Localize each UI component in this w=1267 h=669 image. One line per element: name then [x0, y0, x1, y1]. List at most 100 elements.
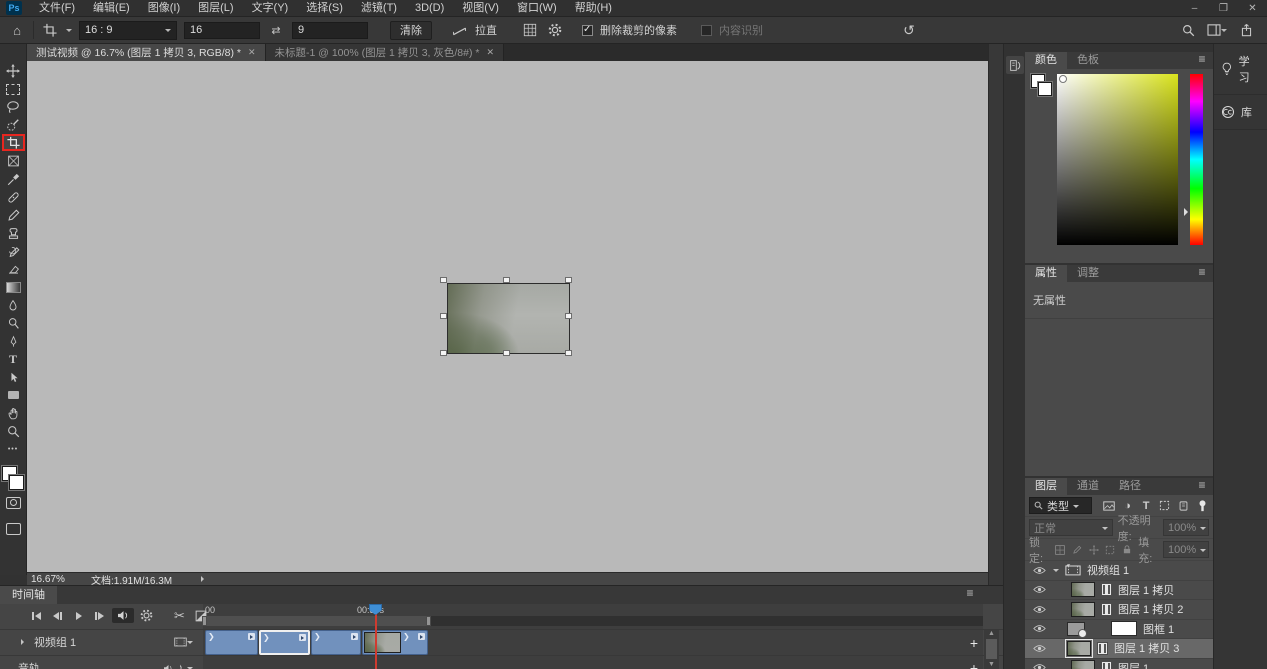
reset-crop-icon[interactable]: ↺ [900, 21, 918, 39]
filter-adjustment-layers-icon[interactable]: ◑ [1121, 500, 1135, 512]
menu-filter[interactable]: 滤镜(T) [352, 0, 406, 17]
tab-properties[interactable]: 属性 [1025, 265, 1067, 282]
work-area-end-handle[interactable] [426, 616, 431, 626]
chevron-down-icon[interactable] [66, 29, 72, 35]
home-icon[interactable]: ⌂ [8, 21, 26, 39]
visibility-eye-icon[interactable] [1031, 624, 1047, 633]
quick-selection-tool[interactable] [2, 118, 25, 132]
layer-row[interactable]: 图层 1 [1025, 659, 1213, 669]
libraries-panel-button[interactable]: 库 [1214, 95, 1267, 130]
dodge-tool[interactable] [2, 316, 25, 330]
video-clip-1[interactable]: ❯ [205, 630, 258, 655]
crop-handle-top-right[interactable] [565, 277, 572, 283]
video-clip-4[interactable]: ❯ [362, 630, 428, 655]
crop-handle-top-center[interactable] [503, 277, 510, 283]
menu-window[interactable]: 窗口(W) [508, 0, 566, 17]
hue-slider[interactable] [1190, 74, 1203, 245]
color-field[interactable] [1057, 74, 1178, 245]
video-track-name[interactable]: 视频组 1 [34, 634, 76, 650]
video-clip-3[interactable]: ❯ [311, 630, 361, 655]
video-clip-2-selected[interactable]: ❯ [259, 630, 310, 655]
document-tab-active[interactable]: 测试视频 @ 16.7% (图层 1 拷贝 3, RGB/8) * ✕ [27, 44, 266, 61]
play-button[interactable] [70, 608, 87, 623]
filter-shape-layers-icon[interactable] [1158, 500, 1172, 511]
status-chevron-icon[interactable] [201, 576, 207, 582]
background-color-swatch[interactable] [1038, 82, 1052, 96]
crop-handle-bottom-left[interactable] [440, 350, 447, 356]
close-button[interactable]: ✕ [1238, 0, 1267, 17]
track-expand-caret[interactable] [21, 639, 27, 645]
visibility-eye-icon[interactable] [1031, 644, 1047, 653]
layer-filter-kind-select[interactable]: 类型 [1029, 497, 1092, 514]
crop-tool[interactable] [2, 134, 25, 151]
menu-type[interactable]: 文字(Y) [243, 0, 298, 17]
layer-thumbnail[interactable] [1071, 582, 1095, 597]
close-icon[interactable]: ✕ [486, 47, 494, 58]
quick-mask-toggle[interactable] [2, 496, 25, 510]
menu-edit[interactable]: 编辑(E) [84, 0, 139, 17]
crop-handle-bottom-center[interactable] [503, 350, 510, 356]
scrollbar-thumb[interactable] [986, 639, 997, 659]
layer-name[interactable]: 图框 1 [1143, 621, 1174, 637]
crop-handle-middle-left[interactable] [440, 313, 447, 319]
menu-view[interactable]: 视图(V) [453, 0, 508, 17]
brush-tool[interactable] [2, 208, 25, 222]
swap-width-height-icon[interactable]: ⇄ [267, 21, 285, 39]
tab-channels[interactable]: 通道 [1067, 478, 1109, 495]
pen-tool[interactable] [2, 334, 25, 348]
gradient-tool[interactable] [2, 280, 25, 294]
clone-stamp-tool[interactable] [2, 226, 25, 240]
overlay-grid-icon[interactable] [521, 21, 539, 39]
layer-thumbnail[interactable] [1071, 660, 1095, 669]
frame-content-thumbnail[interactable] [1111, 621, 1137, 636]
ratio-width-input[interactable] [184, 22, 260, 39]
frame-thumbnail[interactable] [1067, 622, 1085, 636]
minimize-button[interactable]: – [1180, 0, 1209, 17]
menu-image[interactable]: 图像(I) [139, 0, 189, 17]
edit-toolbar-ellipsis-icon[interactable]: ••• [2, 442, 25, 456]
tab-timeline[interactable]: 时间轴 [0, 586, 57, 604]
document-tab-inactive[interactable]: 未标题-1 @ 100% (图层 1 拷贝 3, 灰色/8#) * ✕ [266, 44, 505, 61]
background-color-swatch[interactable] [9, 475, 24, 490]
straighten-icon[interactable] [450, 21, 468, 39]
next-frame-button[interactable] [91, 608, 108, 623]
history-brush-tool[interactable] [2, 244, 25, 258]
layer-name[interactable]: 图层 1 拷贝 3 [1114, 640, 1179, 656]
crop-settings-gear-icon[interactable] [546, 21, 564, 39]
layer-row[interactable]: 图层 1 拷贝 [1025, 581, 1213, 601]
delete-cropped-pixels-label[interactable]: 删除裁剪的像素 [600, 22, 677, 38]
hue-slider-marker[interactable] [1184, 208, 1192, 216]
straighten-label[interactable]: 拉直 [475, 22, 497, 38]
timeline-settings-gear-icon[interactable] [138, 608, 155, 623]
audio-track-name[interactable]: 音轨 [18, 660, 40, 669]
layer-row-selected[interactable]: 图层 1 拷贝 3 [1025, 639, 1213, 659]
split-clip-scissors-icon[interactable]: ✂ [171, 608, 188, 623]
blur-tool[interactable] [2, 298, 25, 312]
hand-tool[interactable] [2, 406, 25, 420]
previous-frame-button[interactable] [49, 608, 66, 623]
spot-healing-brush-tool[interactable] [2, 190, 25, 204]
delete-cropped-pixels-checkbox[interactable] [582, 25, 593, 36]
tab-layers[interactable]: 图层 [1025, 478, 1067, 495]
close-icon[interactable]: ✕ [248, 47, 256, 58]
filter-smart-objects-icon[interactable] [1177, 500, 1191, 512]
restore-button[interactable]: ❐ [1209, 0, 1238, 17]
document-image[interactable] [447, 283, 570, 354]
clear-button[interactable]: 清除 [390, 21, 432, 40]
visibility-eye-icon[interactable] [1031, 585, 1047, 594]
lasso-tool[interactable] [2, 100, 25, 114]
filter-pixel-layers-icon[interactable] [1102, 501, 1116, 511]
layer-name[interactable]: 视频组 1 [1087, 562, 1129, 578]
audio-track-options[interactable]: ♪ [163, 662, 194, 669]
visibility-eye-icon[interactable] [1031, 566, 1047, 575]
history-panel-icon[interactable] [1006, 56, 1024, 74]
crop-tool-preset-icon[interactable] [41, 21, 59, 39]
track-options[interactable] [174, 637, 193, 647]
color-picker-ring[interactable] [1059, 75, 1067, 83]
menu-layer[interactable]: 图层(L) [189, 0, 242, 17]
rectangular-marquee-tool[interactable] [2, 82, 25, 96]
layer-name[interactable]: 图层 1 拷贝 [1118, 582, 1174, 598]
crop-handle-middle-right[interactable] [565, 313, 572, 319]
eyedropper-tool[interactable] [2, 172, 25, 186]
zoom-tool[interactable] [2, 424, 25, 438]
